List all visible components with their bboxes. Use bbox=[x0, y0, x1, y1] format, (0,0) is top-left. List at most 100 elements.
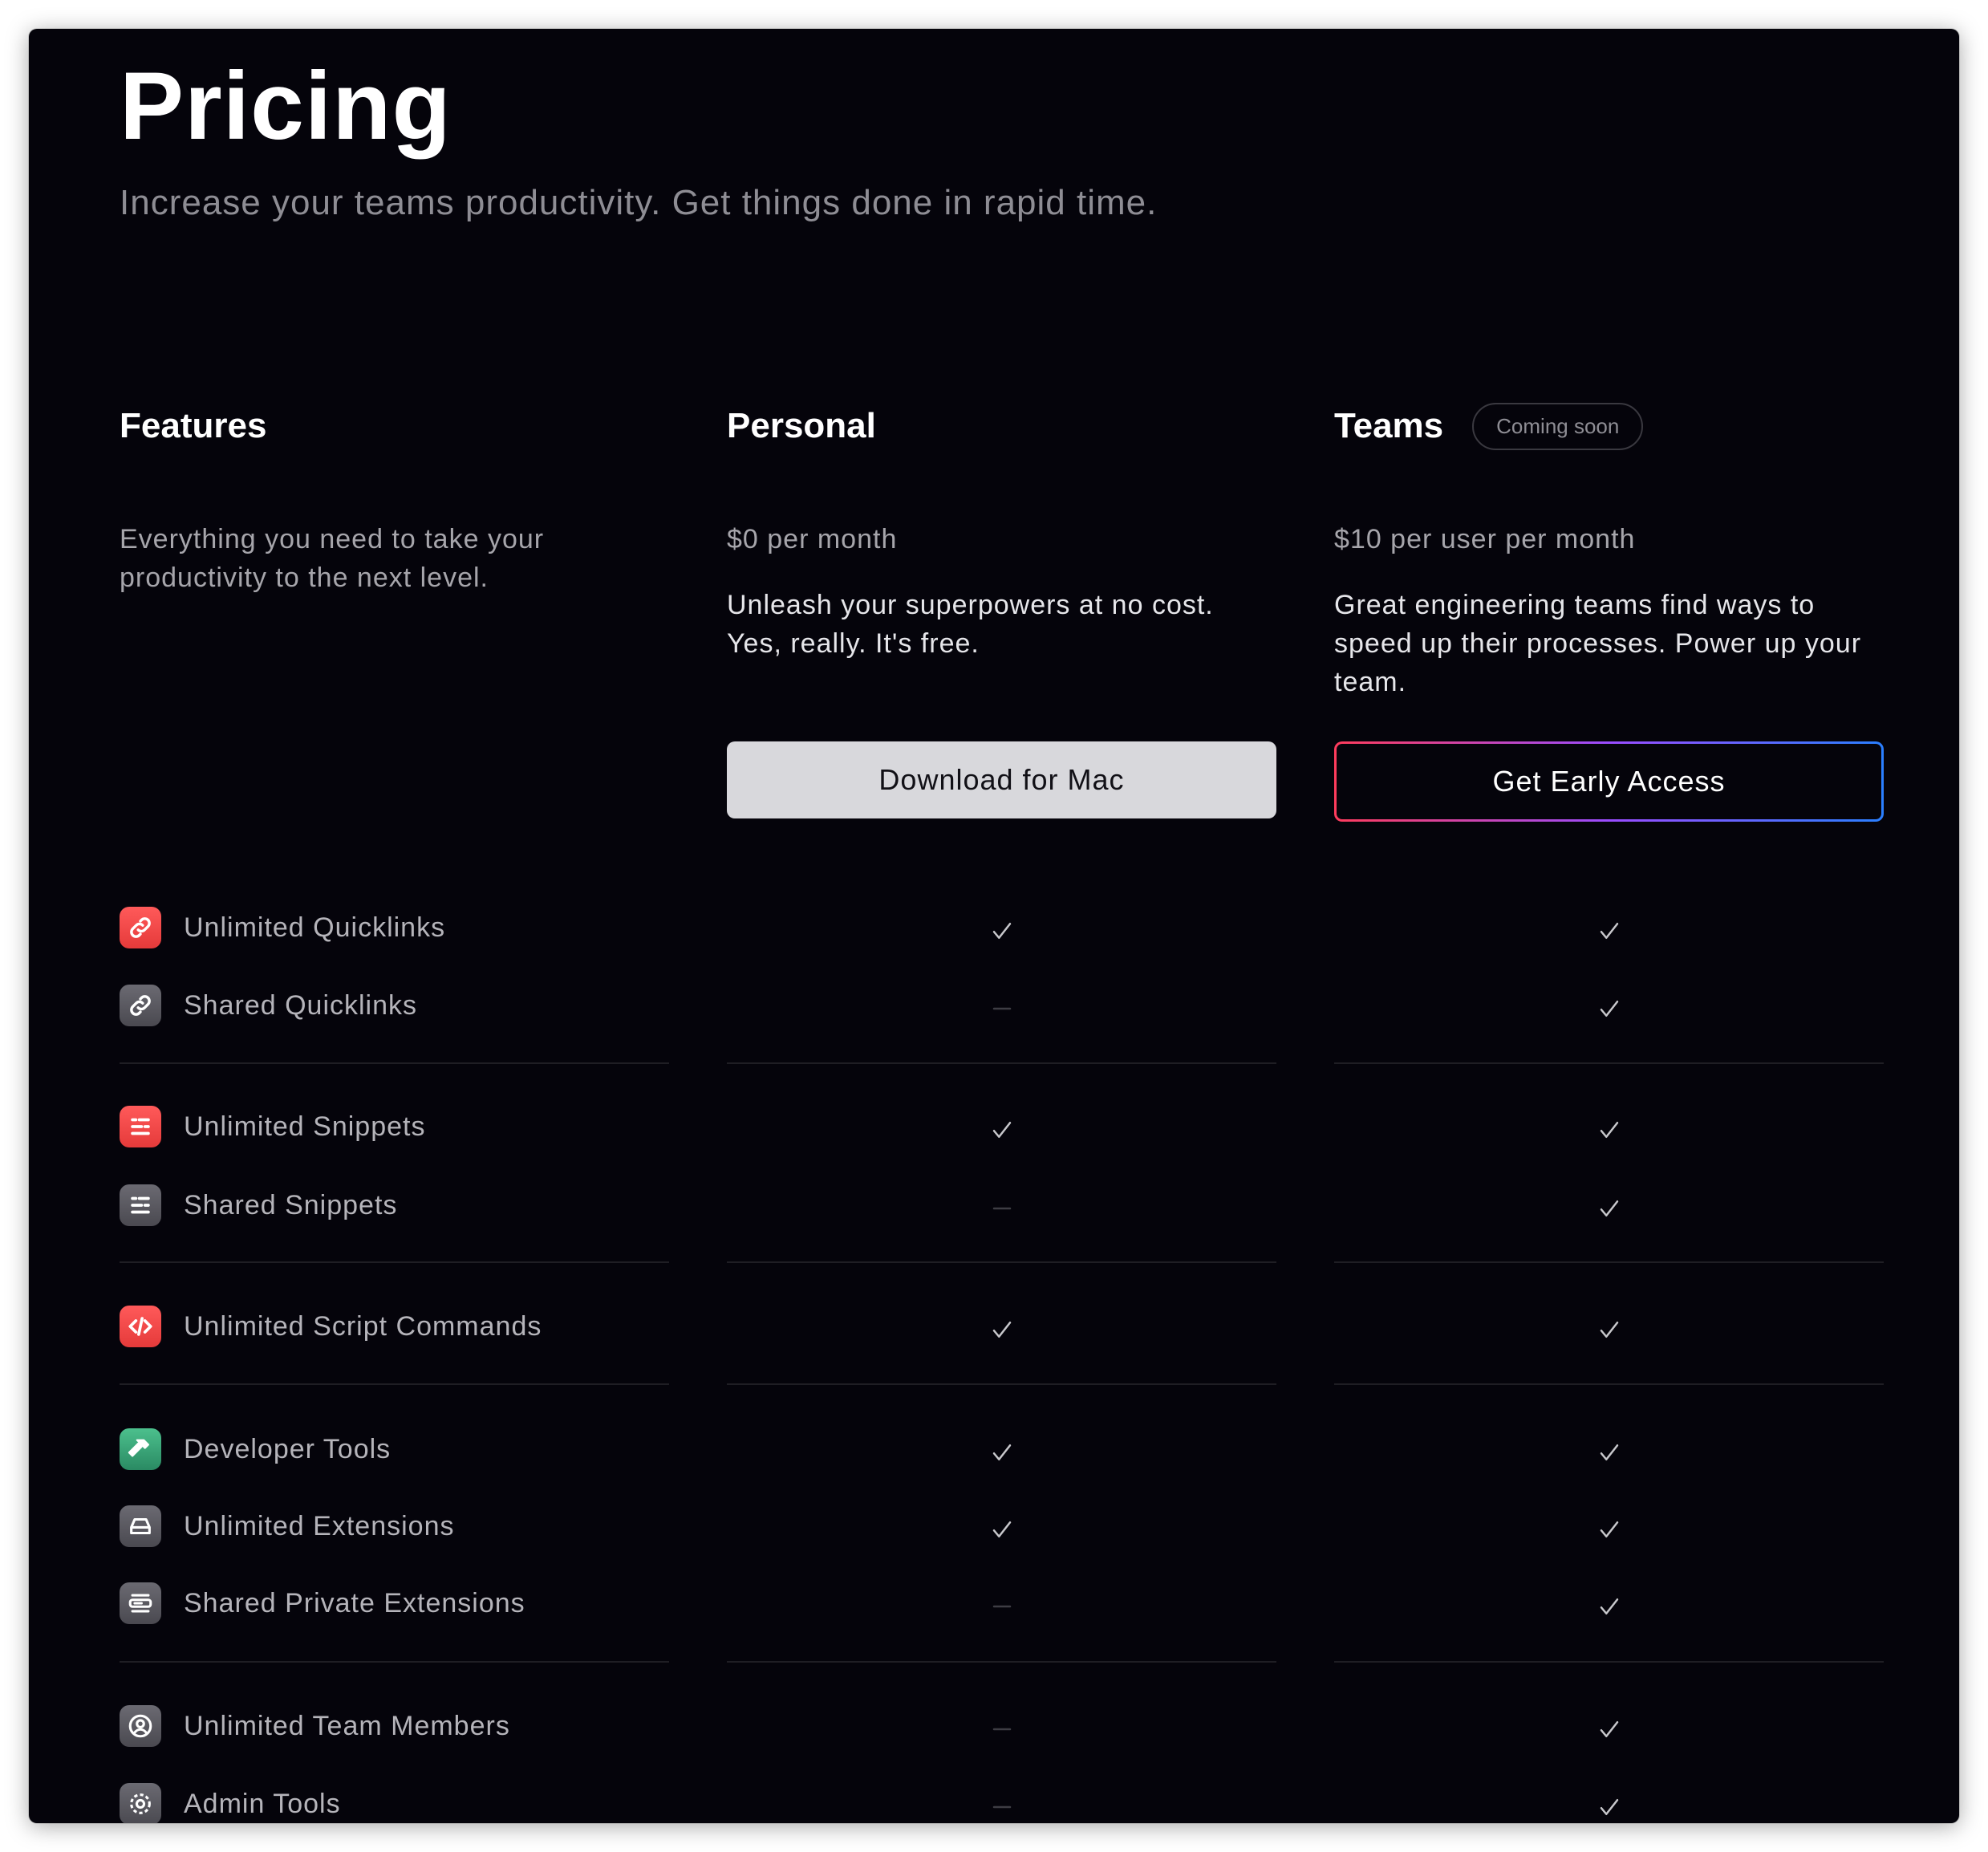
feature-row: Unlimited Extensions bbox=[120, 1502, 669, 1550]
group-divider bbox=[1334, 1661, 1884, 1663]
personal-cell bbox=[727, 1184, 1276, 1233]
dash-icon bbox=[727, 1196, 1276, 1220]
check-icon bbox=[1334, 1118, 1884, 1142]
teams-cell bbox=[1334, 985, 1884, 1033]
features-description: Everything you need to take your product… bbox=[120, 524, 545, 593]
feature-row: Unlimited Quicklinks bbox=[120, 904, 669, 952]
teams-cell bbox=[1334, 1783, 1884, 1823]
feature-label: Developer Tools bbox=[184, 1433, 392, 1464]
group-divider bbox=[1334, 1062, 1884, 1064]
features-title: Features bbox=[120, 406, 267, 445]
personal-cell bbox=[727, 1428, 1276, 1476]
feature-label: Shared Snippets bbox=[184, 1189, 398, 1220]
check-icon bbox=[1334, 1318, 1884, 1342]
feature-label: Admin Tools bbox=[184, 1788, 341, 1819]
pricing-window: Pricing Increase your teams productivity… bbox=[29, 29, 1959, 1823]
extension-icon bbox=[120, 1505, 161, 1547]
group-divider bbox=[120, 1261, 669, 1263]
check-icon bbox=[727, 919, 1276, 943]
link-icon bbox=[120, 985, 161, 1026]
personal-cell bbox=[727, 1106, 1276, 1154]
teams-cell bbox=[1334, 1705, 1884, 1753]
check-icon bbox=[1334, 1594, 1884, 1618]
personal-column: Personal $0 per month Unleash your super… bbox=[727, 29, 1276, 1823]
check-icon bbox=[1334, 997, 1884, 1021]
personal-header: Personal bbox=[727, 390, 876, 462]
group-divider bbox=[120, 1383, 669, 1385]
feature-row: Admin Tools bbox=[120, 1780, 669, 1823]
teams-column: Teams Coming soon $10 per user per month… bbox=[1334, 29, 1884, 1823]
teams-header: Teams Coming soon bbox=[1334, 390, 1644, 462]
hammer-icon bbox=[120, 1428, 161, 1470]
get-early-access-button[interactable]: Get Early Access bbox=[1334, 741, 1884, 822]
feature-label: Unlimited Extensions bbox=[184, 1510, 455, 1541]
person-icon bbox=[120, 1705, 161, 1747]
check-icon bbox=[727, 1440, 1276, 1464]
check-icon bbox=[1334, 919, 1884, 943]
teams-cell bbox=[1334, 1505, 1884, 1553]
check-icon bbox=[1334, 1517, 1884, 1541]
feature-row: Shared Quicklinks bbox=[120, 981, 669, 1030]
teams-cell bbox=[1334, 1428, 1884, 1476]
teams-description: Great engineering teams find ways to spe… bbox=[1334, 590, 1862, 697]
teams-cell bbox=[1334, 1184, 1884, 1233]
feature-row: Unlimited Snippets bbox=[120, 1103, 669, 1151]
personal-title: Personal bbox=[727, 406, 876, 445]
code-icon bbox=[120, 1306, 161, 1347]
check-icon bbox=[1334, 1795, 1884, 1819]
feature-label: Shared Private Extensions bbox=[184, 1587, 525, 1618]
personal-cell bbox=[727, 985, 1276, 1033]
feature-label: Unlimited Script Commands bbox=[184, 1310, 542, 1342]
teams-cell bbox=[1334, 1106, 1884, 1154]
features-column: Features Everything you need to take you… bbox=[120, 29, 669, 1823]
group-divider bbox=[727, 1383, 1276, 1385]
personal-description: Unleash your superpowers at no cost. Yes… bbox=[727, 590, 1214, 659]
private-extension-icon bbox=[120, 1582, 161, 1624]
feature-row: Unlimited Team Members bbox=[120, 1702, 669, 1750]
feature-label: Unlimited Quicklinks bbox=[184, 912, 446, 943]
teams-cell bbox=[1334, 907, 1884, 955]
group-divider bbox=[727, 1062, 1276, 1064]
personal-cell bbox=[727, 1306, 1276, 1354]
features-header: Features bbox=[120, 390, 266, 462]
personal-cell bbox=[727, 1783, 1276, 1823]
feature-row: Shared Snippets bbox=[120, 1181, 669, 1229]
check-icon bbox=[1334, 1196, 1884, 1220]
feature-label: Shared Quicklinks bbox=[184, 989, 418, 1021]
group-divider bbox=[1334, 1261, 1884, 1263]
feature-row: Unlimited Script Commands bbox=[120, 1302, 669, 1350]
dash-icon bbox=[727, 997, 1276, 1021]
group-divider bbox=[727, 1661, 1276, 1663]
personal-cell bbox=[727, 1705, 1276, 1753]
personal-cell bbox=[727, 907, 1276, 955]
personal-cell bbox=[727, 1582, 1276, 1631]
gear-icon bbox=[120, 1783, 161, 1823]
download-for-mac-button[interactable]: Download for Mac bbox=[727, 741, 1276, 818]
coming-soon-badge: Coming soon bbox=[1472, 402, 1644, 450]
check-icon bbox=[1334, 1717, 1884, 1741]
snippet-icon bbox=[120, 1184, 161, 1226]
personal-cell bbox=[727, 1505, 1276, 1553]
check-icon bbox=[1334, 1440, 1884, 1464]
teams-cell bbox=[1334, 1582, 1884, 1631]
check-icon bbox=[727, 1118, 1276, 1142]
check-icon bbox=[727, 1517, 1276, 1541]
dash-icon bbox=[727, 1717, 1276, 1741]
teams-title: Teams bbox=[1334, 406, 1444, 445]
dash-icon bbox=[727, 1594, 1276, 1618]
check-icon bbox=[727, 1318, 1276, 1342]
teams-cell bbox=[1334, 1306, 1884, 1354]
group-divider bbox=[120, 1661, 669, 1663]
snippet-icon bbox=[120, 1106, 161, 1147]
group-divider bbox=[1334, 1383, 1884, 1385]
personal-price: $0 per month bbox=[727, 524, 898, 554]
teams-price: $10 per user per month bbox=[1334, 524, 1636, 554]
link-icon bbox=[120, 907, 161, 948]
feature-label: Unlimited Team Members bbox=[184, 1710, 510, 1741]
group-divider bbox=[120, 1062, 669, 1064]
group-divider bbox=[727, 1261, 1276, 1263]
feature-row: Shared Private Extensions bbox=[120, 1579, 669, 1627]
dash-icon bbox=[727, 1795, 1276, 1819]
feature-label: Unlimited Snippets bbox=[184, 1111, 426, 1142]
feature-row: Developer Tools bbox=[120, 1425, 669, 1473]
